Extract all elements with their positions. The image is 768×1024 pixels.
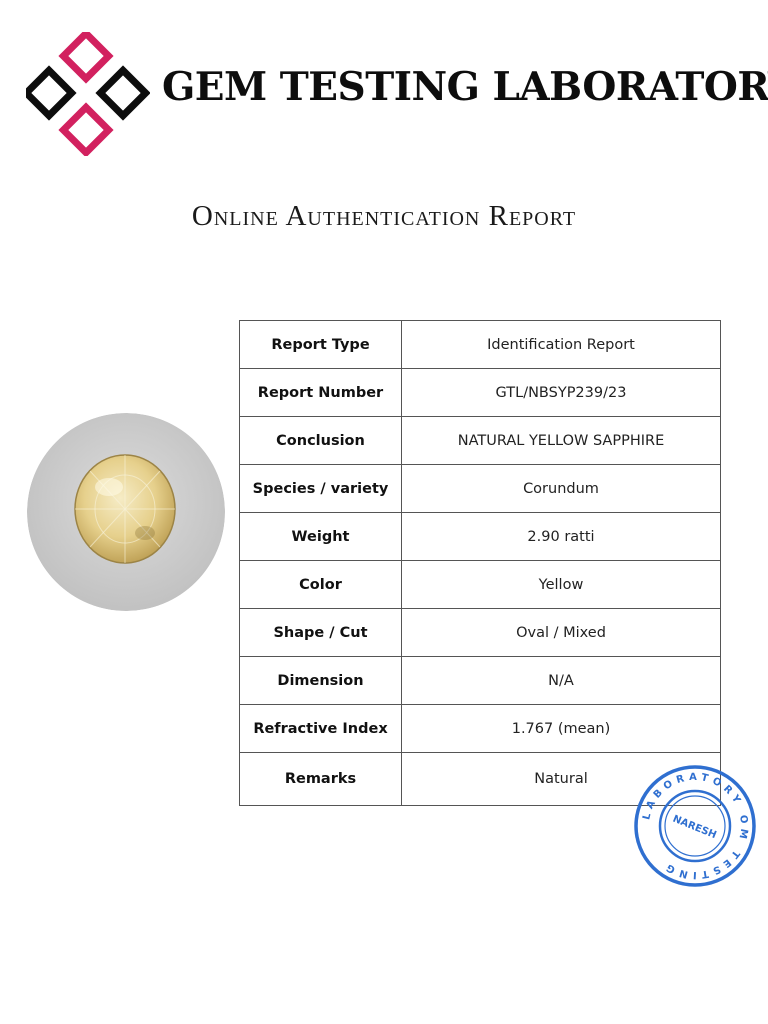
row-label: Species / variety [239,464,402,513]
row-value: Yellow [401,560,721,609]
row-label: Conclusion [239,416,402,465]
table-row: Shape / Cut Oval / Mixed [239,608,721,657]
table-row: Report Type Identification Report [239,320,721,369]
row-value: Corundum [401,464,721,513]
lab-stamp: LABORATORY OM TESTING NARESH [634,765,756,887]
table-row: Weight 2.90 ratti [239,512,721,561]
row-label: Report Number [239,368,402,417]
row-value: GTL/NBSYP239/23 [401,368,721,417]
row-label: Dimension [239,656,402,705]
brand-title: GEM TESTING LABORATORY [162,64,768,110]
row-label: Refractive Index [239,704,402,753]
row-value: N/A [401,656,721,705]
stamp-signature: NARESH [671,814,718,842]
row-value: Oval / Mixed [401,608,721,657]
table-row: Species / variety Corundum [239,464,721,513]
row-label: Color [239,560,402,609]
diamond-grid-icon [26,32,150,156]
row-value: NATURAL YELLOW SAPPHIRE [401,416,721,465]
table-row: Color Yellow [239,560,721,609]
row-label: Shape / Cut [239,608,402,657]
table-row: Conclusion NATURAL YELLOW SAPPHIRE [239,416,721,465]
row-value: 1.767 (mean) [401,704,721,753]
row-label: Remarks [239,752,402,806]
table-row: Refractive Index 1.767 (mean) [239,704,721,753]
row-value: Identification Report [401,320,721,369]
row-value: 2.90 ratti [401,512,721,561]
table-row: Report Number GTL/NBSYP239/23 [239,368,721,417]
table-row: Dimension N/A [239,656,721,705]
report-table: Report Type Identification Report Report… [239,320,721,806]
row-label: Weight [239,512,402,561]
gemstone-photo [27,413,225,611]
page-title: Online Authentication Report [191,200,577,232]
row-label: Report Type [239,320,402,369]
